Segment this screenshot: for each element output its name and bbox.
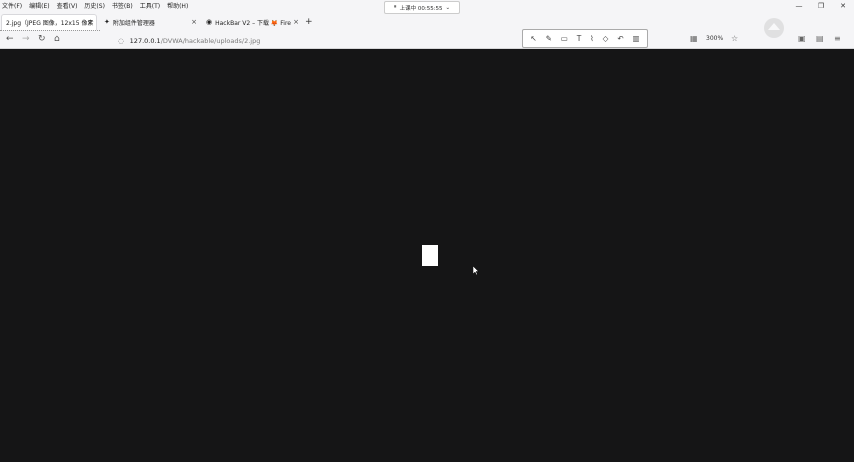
menu-view[interactable]: 查看(V) (57, 1, 78, 10)
watermark-avatar-icon (764, 18, 784, 38)
tab-close-button[interactable]: × (293, 18, 299, 26)
chevron-down-icon: ⌄ (445, 4, 451, 11)
forward-arrow-icon[interactable]: → (22, 34, 30, 44)
url-bar[interactable]: ◌ 127.0.0.1 /DVWA/hackable/uploads/2.jpg (118, 34, 518, 47)
image-viewport (0, 50, 854, 462)
tab-close-button[interactable]: × (191, 18, 197, 26)
pause-icon: ⏸ (393, 4, 397, 10)
tab-title: 附加组件管理器 (112, 19, 155, 27)
tab-hackbar[interactable]: ◉ HackBar V2 – 下载 🦊 Fire × (202, 14, 302, 30)
rectangle-icon[interactable]: ▭ (561, 34, 568, 43)
menu-bar: 文件(F) 编辑(E) 查看(V) 历史(S) 书签(B) 工具(T) 帮助(H… (0, 0, 195, 10)
class-timer-text: 上课中 00:55:55 (399, 5, 443, 12)
grid-icon[interactable]: ▦ (690, 34, 698, 43)
menu-help[interactable]: 帮助(H) (167, 1, 188, 10)
home-icon[interactable]: ⌂ (54, 34, 60, 44)
zoom-indicator[interactable]: 300% (706, 35, 723, 42)
eraser-icon[interactable]: ◇ (603, 34, 609, 43)
undo-icon[interactable]: ↶ (617, 34, 623, 43)
minimize-button[interactable]: — (788, 0, 810, 11)
tab-close-button[interactable]: × (87, 19, 93, 27)
pen-icon[interactable]: ✎ (546, 34, 552, 43)
annotation-toolbar: ↖ ✎ ▭ T ⌇ ◇ ↶ ▥ (522, 29, 648, 48)
puzzle-icon: ✦ (104, 18, 110, 26)
url-host: 127.0.0.1 (129, 36, 161, 45)
hackbar-icon[interactable]: ▤ (816, 34, 824, 43)
menu-history[interactable]: 历史(S) (84, 1, 105, 10)
clear-icon[interactable]: ▥ (632, 34, 639, 43)
tab-title: 2.jpg（JPEG 图像，12x15 像素 (6, 20, 94, 27)
restore-button[interactable]: ❐ (810, 0, 832, 11)
bookmark-star-icon[interactable]: ☆ (731, 34, 738, 43)
close-window-button[interactable]: ✕ (832, 0, 854, 11)
browser-chrome: 文件(F) 编辑(E) 查看(V) 历史(S) 书签(B) 工具(T) 帮助(H… (0, 0, 854, 49)
menu-tools[interactable]: 工具(T) (140, 1, 160, 10)
tab-strip: 2.jpg（JPEG 图像，12x15 像素 × ✦ 附加组件管理器 × ◉ H… (0, 12, 854, 30)
window-controls: — ❐ ✕ (788, 0, 854, 11)
mouse-cursor-icon (473, 266, 479, 275)
select-cursor-icon[interactable]: ↖ (530, 34, 536, 43)
reload-icon[interactable]: ↻ (38, 34, 46, 44)
url-path: /DVWA/hackable/uploads/2.jpg (160, 36, 261, 45)
highlighter-icon[interactable]: ⌇ (590, 34, 594, 43)
extension-icon[interactable]: ▣ (798, 34, 806, 43)
tab-title: HackBar V2 – 下载 🦊 Fire (215, 19, 291, 27)
shield-icon: ◌ (118, 36, 124, 45)
menu-icon[interactable]: ≡ (834, 34, 841, 43)
firefox-icon: ◉ (206, 18, 213, 26)
new-tab-button[interactable]: + (305, 17, 313, 27)
back-arrow-icon[interactable]: ← (6, 34, 14, 44)
navigation-bar: ← → ↻ ⌂ ◌ 127.0.0.1 /DVWA/hackable/uploa… (0, 31, 854, 49)
zoom-value: 300% (706, 35, 724, 42)
menu-file[interactable]: 文件(F) (2, 1, 22, 10)
tab-addons-manager[interactable]: ✦ 附加组件管理器 × (100, 14, 200, 30)
uploaded-image (422, 245, 438, 266)
menu-edit[interactable]: 编辑(E) (29, 1, 49, 10)
tab-image[interactable]: 2.jpg（JPEG 图像，12x15 像素 × (1, 14, 97, 30)
menu-bookmarks[interactable]: 书签(B) (112, 1, 133, 10)
text-icon[interactable]: T (577, 34, 582, 43)
